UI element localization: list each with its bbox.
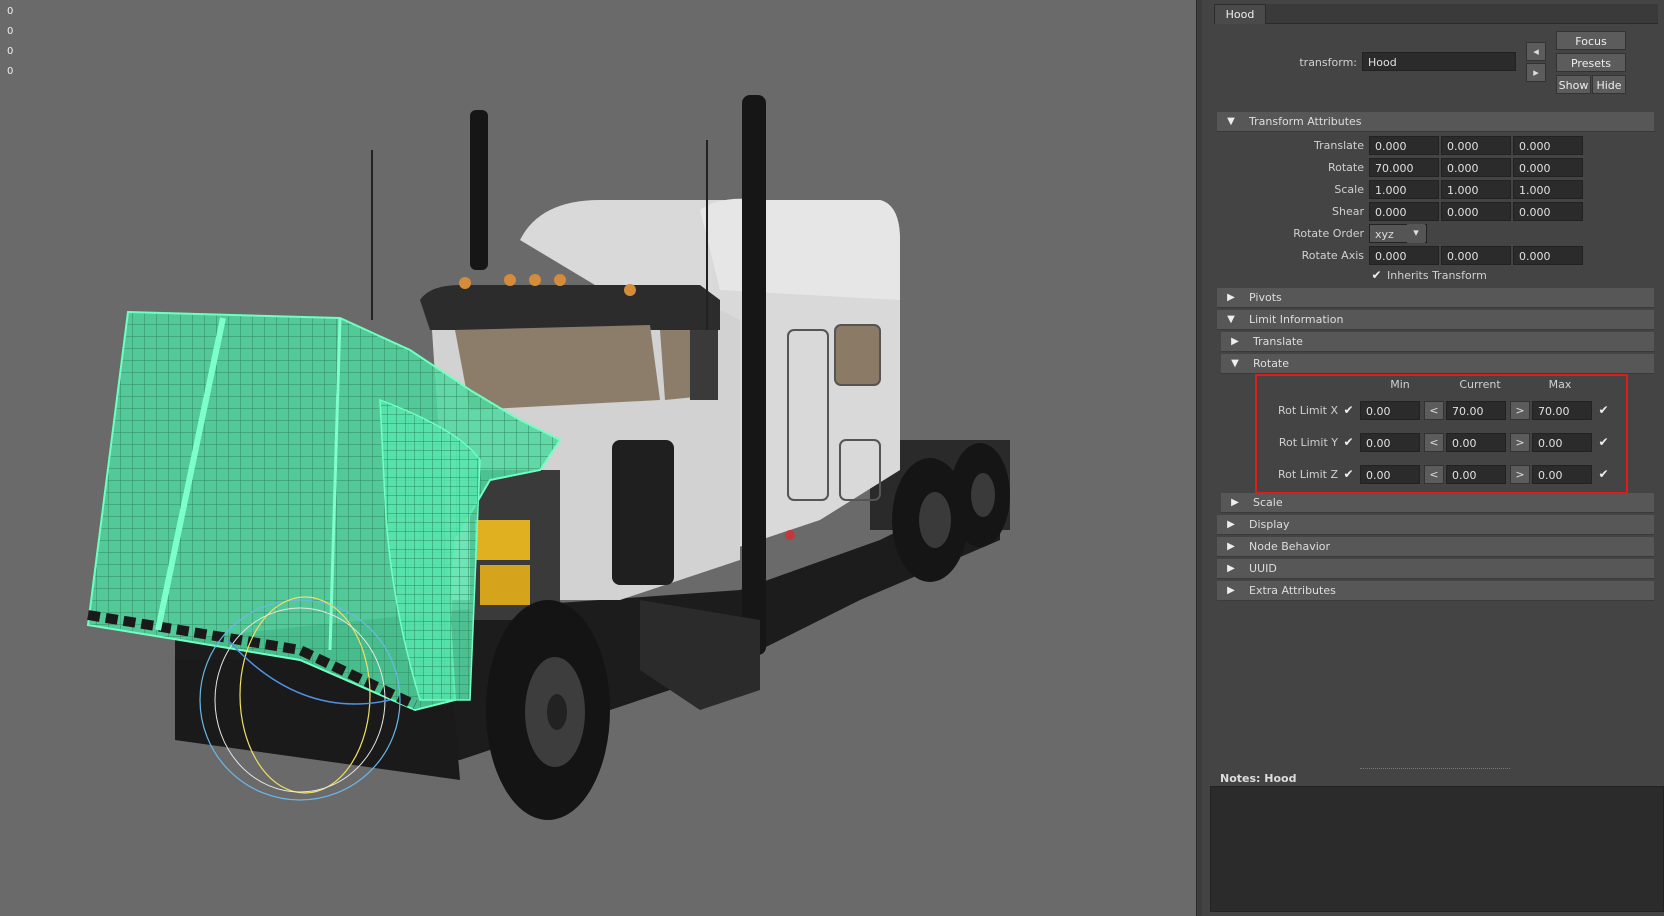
front-wheel — [486, 600, 610, 820]
node-tab-bar: Hood — [1214, 4, 1658, 24]
section-limit-scale[interactable]: ▶ Scale — [1221, 493, 1654, 513]
rotate-x-field[interactable]: 70.000 — [1369, 158, 1439, 177]
shear-x-field[interactable]: 0.000 — [1369, 202, 1439, 221]
section-title: UUID — [1249, 562, 1277, 575]
collapsed-arrow-icon: ▶ — [1227, 292, 1235, 303]
section-title: Extra Attributes — [1249, 584, 1336, 597]
collapsed-arrow-icon: ▶ — [1231, 497, 1239, 508]
section-title: Scale — [1253, 496, 1283, 509]
rotate-order-label: Rotate Order — [1293, 227, 1364, 240]
rotate-order-value: xyz — [1375, 228, 1394, 241]
collapsed-arrow-icon: ▶ — [1227, 541, 1235, 552]
shear-z-field[interactable]: 0.000 — [1513, 202, 1583, 221]
expanded-arrow-icon: ▼ — [1227, 314, 1235, 325]
truck-scene[interactable] — [0, 0, 1196, 916]
transform-label: transform: — [1299, 56, 1357, 69]
show-button[interactable]: Show — [1556, 75, 1591, 94]
section-limit-information[interactable]: ▼ Limit Information — [1217, 310, 1654, 330]
collapsed-arrow-icon: ▶ — [1227, 519, 1235, 530]
section-title: Limit Information — [1249, 313, 1344, 326]
scale-x-field[interactable]: 1.000 — [1369, 180, 1439, 199]
section-pivots[interactable]: ▶ Pivots — [1217, 288, 1654, 308]
section-title: Display — [1249, 518, 1290, 531]
rotate-axis-label: Rotate Axis — [1301, 249, 1364, 262]
presets-button[interactable]: Presets — [1556, 53, 1626, 72]
translate-label: Translate — [1314, 139, 1364, 152]
transform-name-field[interactable]: Hood — [1362, 52, 1516, 71]
3d-viewport[interactable]: 0 0 0 0 — [0, 0, 1196, 916]
rotate-y-field[interactable]: 0.000 — [1441, 158, 1511, 177]
translate-x-field[interactable]: 0.000 — [1369, 136, 1439, 155]
select-input-icon[interactable]: ◂ — [1526, 42, 1546, 61]
chevron-down-icon[interactable]: ▾ — [1407, 224, 1425, 243]
hide-button[interactable]: Hide — [1592, 75, 1626, 94]
section-node-behavior[interactable]: ▶ Node Behavior — [1217, 537, 1654, 557]
collapsed-arrow-icon: ▶ — [1227, 585, 1235, 596]
expanded-arrow-icon: ▼ — [1227, 116, 1235, 127]
scale-label: Scale — [1334, 183, 1364, 196]
section-title: Transform Attributes — [1249, 115, 1362, 128]
rotate-label: Rotate — [1327, 161, 1364, 174]
section-title: Translate — [1253, 335, 1303, 348]
notes-label: Notes: — [1220, 772, 1261, 785]
notes-textarea[interactable] — [1210, 786, 1664, 912]
rotate-limits-highlight — [1255, 374, 1628, 494]
scale-z-field[interactable]: 1.000 — [1513, 180, 1583, 199]
collapsed-arrow-icon: ▶ — [1227, 563, 1235, 574]
scale-y-field[interactable]: 1.000 — [1441, 180, 1511, 199]
section-title: Node Behavior — [1249, 540, 1331, 553]
section-title: Rotate — [1253, 357, 1290, 370]
section-extra-attributes[interactable]: ▶ Extra Attributes — [1217, 581, 1654, 601]
focus-button[interactable]: Focus — [1556, 31, 1626, 50]
expanded-arrow-icon: ▼ — [1231, 358, 1239, 369]
collapsed-arrow-icon: ▶ — [1231, 336, 1239, 347]
resize-handle[interactable] — [1360, 768, 1510, 769]
notes-node-name: Hood — [1264, 772, 1297, 785]
section-limit-translate[interactable]: ▶ Translate — [1221, 332, 1654, 352]
section-transform-attributes[interactable]: ▼ Transform Attributes — [1217, 112, 1654, 132]
rotate-z-field[interactable]: 0.000 — [1513, 158, 1583, 177]
translate-z-field[interactable]: 0.000 — [1513, 136, 1583, 155]
section-limit-rotate[interactable]: ▼ Rotate — [1221, 354, 1654, 374]
inherits-transform-label: Inherits Transform — [1387, 269, 1487, 282]
section-title: Pivots — [1249, 291, 1282, 304]
rotate-axis-x-field[interactable]: 0.000 — [1369, 246, 1439, 265]
inherits-transform-checkbox[interactable]: ✔ — [1371, 269, 1382, 281]
rotate-axis-y-field[interactable]: 0.000 — [1441, 246, 1511, 265]
notes-header: Notes: Hood — [1220, 772, 1296, 785]
shear-y-field[interactable]: 0.000 — [1441, 202, 1511, 221]
section-uuid[interactable]: ▶ UUID — [1217, 559, 1654, 579]
tab-hood[interactable]: Hood — [1214, 4, 1266, 24]
translate-y-field[interactable]: 0.000 — [1441, 136, 1511, 155]
shear-label: Shear — [1332, 205, 1364, 218]
section-display[interactable]: ▶ Display — [1217, 515, 1654, 535]
rotate-axis-z-field[interactable]: 0.000 — [1513, 246, 1583, 265]
select-output-icon[interactable]: ▸ — [1526, 63, 1546, 82]
